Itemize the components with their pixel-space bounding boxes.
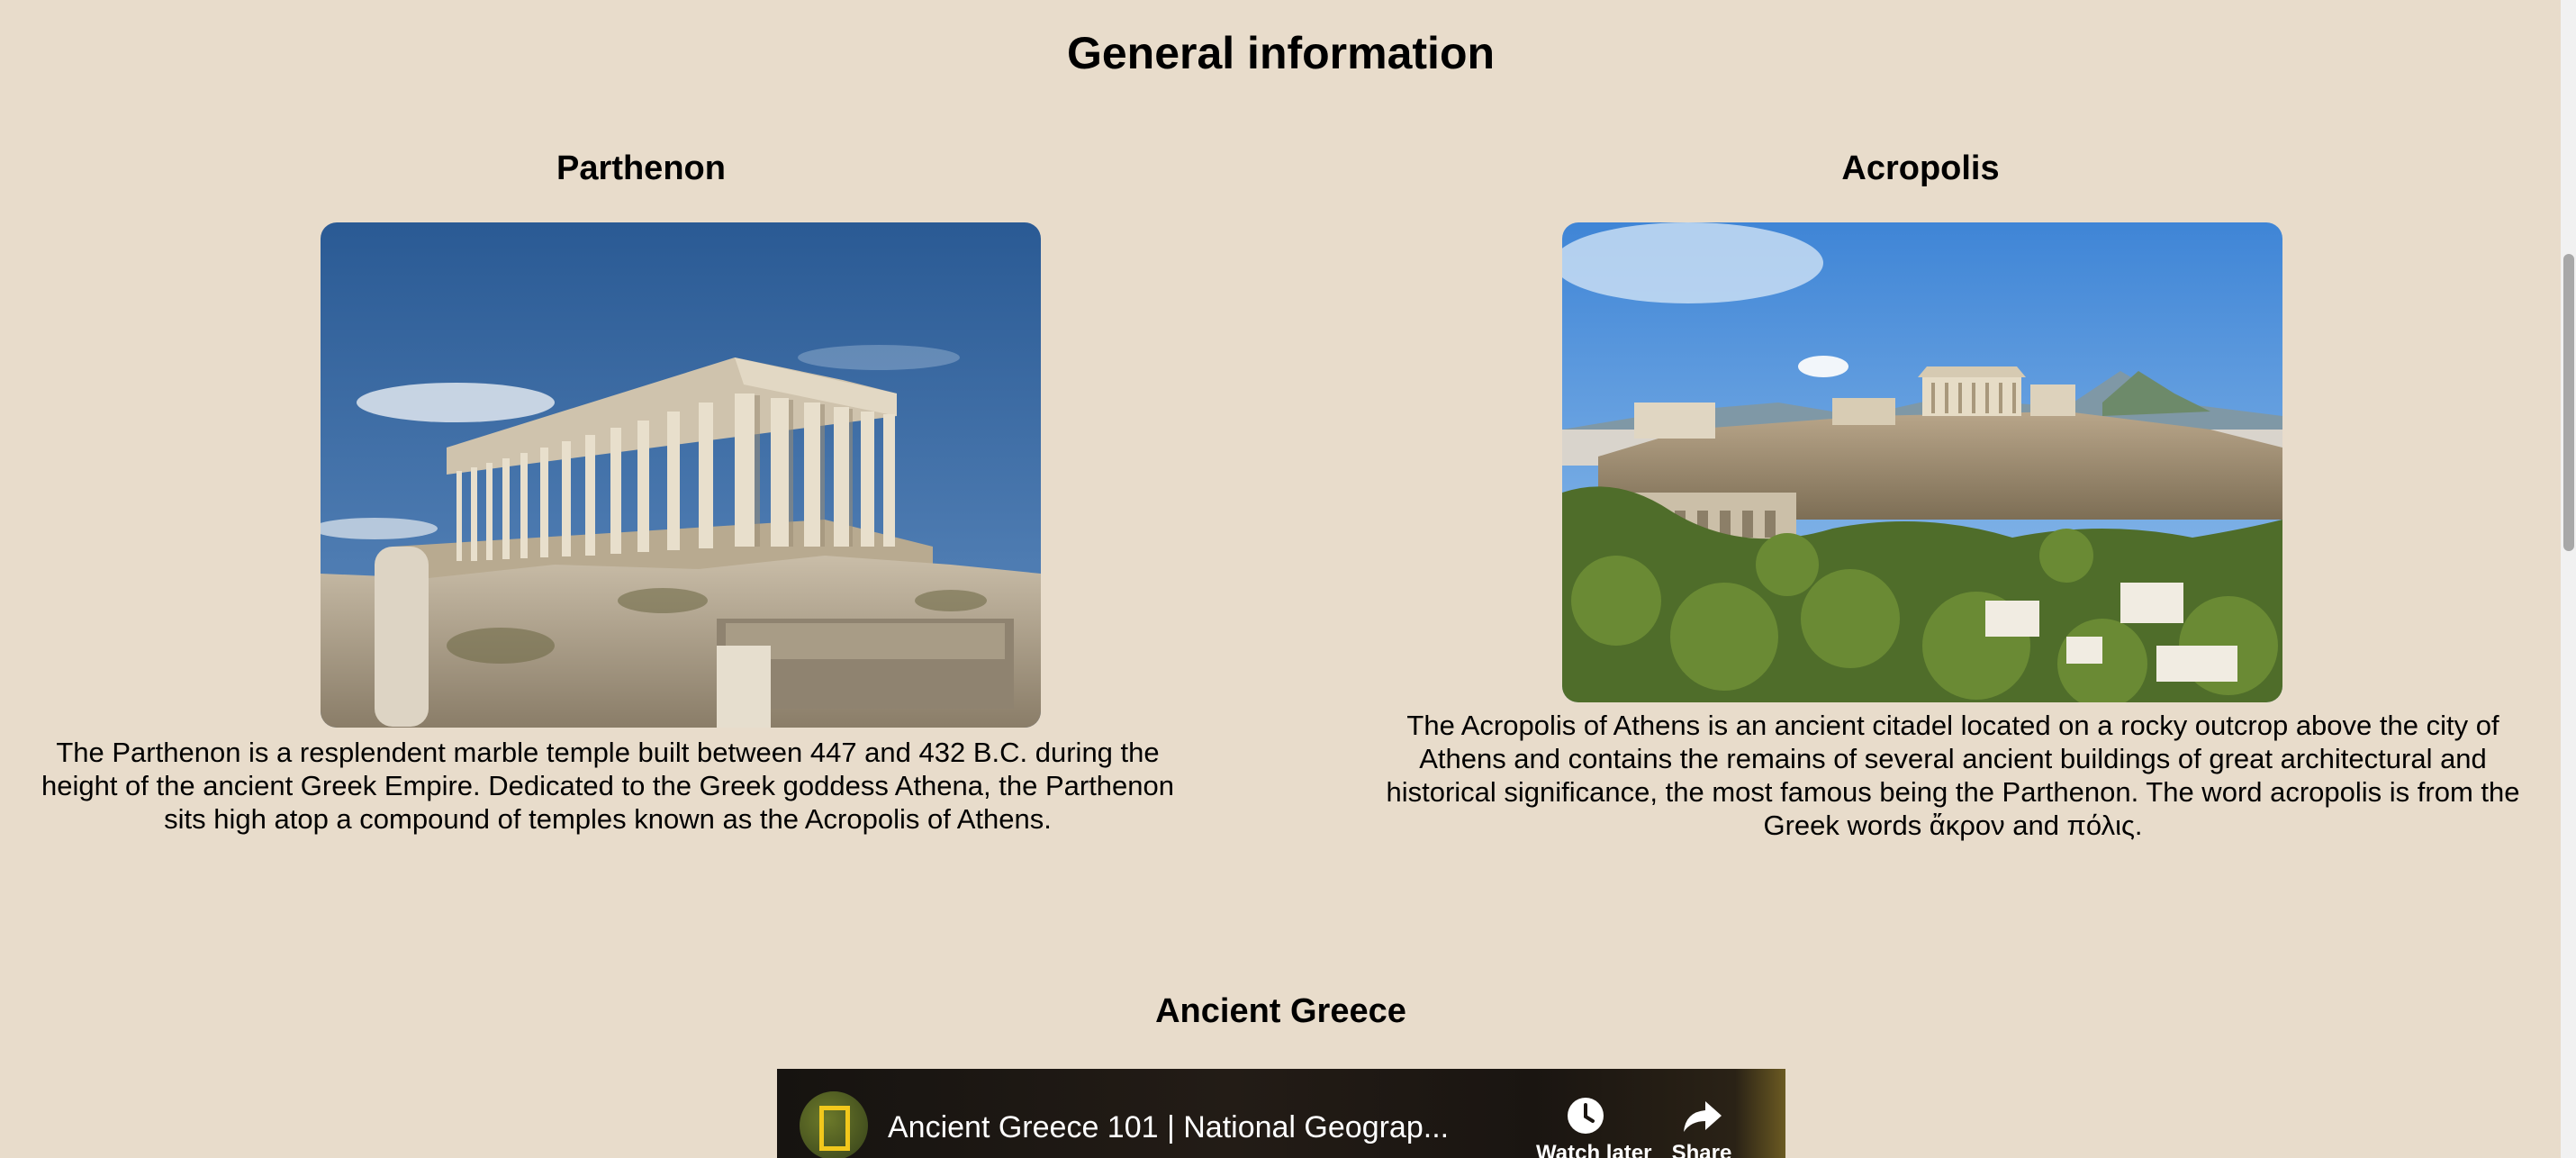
ancient-greece-heading: Ancient Greece xyxy=(1155,992,1406,1030)
page: General information Parthenon The Parthe… xyxy=(0,0,2576,1158)
yellow-frame-icon xyxy=(819,1106,850,1151)
acropolis-description: The Acropolis of Athens is an ancient ci… xyxy=(1386,710,2520,841)
vertical-scrollbar[interactable] xyxy=(2561,0,2576,1158)
watch-later-label: Watch later xyxy=(1536,1141,1652,1158)
page-title: General information xyxy=(1066,28,1496,78)
watch-later-button[interactable]: Watch later xyxy=(1536,1096,1652,1158)
parthenon-heading: Parthenon xyxy=(556,149,726,187)
share-label: Share xyxy=(1671,1141,1732,1158)
share-button[interactable]: Share xyxy=(1652,1096,1751,1158)
acropolis-image xyxy=(1562,222,2282,702)
parthenon-image xyxy=(321,222,1041,728)
national-geographic-logo[interactable] xyxy=(800,1091,868,1158)
parthenon-description: The Parthenon is a resplendent marble te… xyxy=(41,737,1175,835)
share-arrow-icon xyxy=(1684,1101,1722,1132)
scrollbar-thumb[interactable] xyxy=(2563,254,2574,551)
acropolis-heading: Acropolis xyxy=(1841,149,2000,187)
clock-icon xyxy=(1568,1098,1604,1134)
video-embed[interactable]: Ancient Greece 101 | National Geograp...… xyxy=(777,1069,1785,1158)
video-title[interactable]: Ancient Greece 101 | National Geograp... xyxy=(888,1110,1449,1145)
